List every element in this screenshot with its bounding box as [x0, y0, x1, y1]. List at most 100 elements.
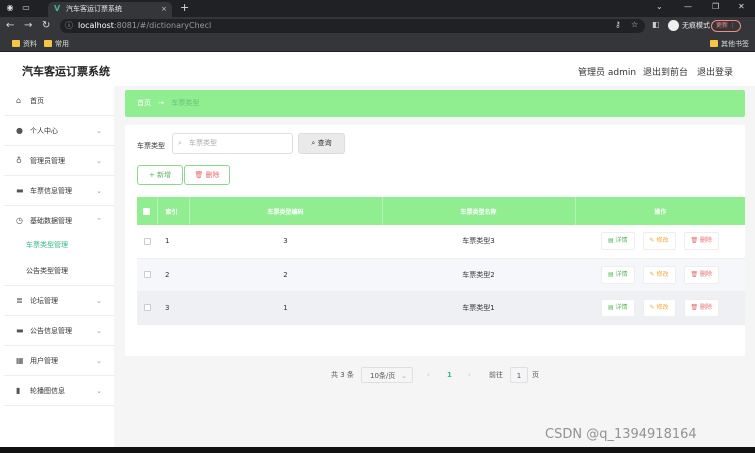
url-field[interactable]: ⓘ localhost:8081/#/dictionaryChecl [60, 19, 645, 33]
query-label: 查询 [317, 139, 332, 147]
window-close-icon[interactable]: ✕ [738, 2, 745, 11]
sidebar-item-home[interactable]: ⌂ 首页 [4, 86, 114, 116]
admin-user-link[interactable]: 管理员 admin [578, 65, 636, 78]
folder-icon [710, 40, 718, 47]
sidebar-item-ticket-info[interactable]: ▬ 车票信息管理 ⌄ [4, 176, 114, 206]
column-header-code: 车票类型编码 [189, 197, 383, 225]
delete-button[interactable]: 🗑︎ 删除 [683, 265, 720, 284]
sidebar-subitem-notice-type[interactable]: 公告类型管理 [4, 258, 114, 286]
chevron-down-icon[interactable]: ⌄ [656, 2, 663, 11]
tab-list-icon[interactable]: ▭ [20, 3, 32, 13]
row-checkbox[interactable] [143, 271, 151, 278]
sidebar-item-label: 基础数据管理 [30, 217, 72, 225]
sidebar-item-label: 管理员管理 [30, 157, 65, 165]
sidebar-item-admin[interactable]: ♁ 管理员管理 ⌄ [4, 146, 114, 176]
row-checkbox[interactable] [143, 304, 151, 311]
bookmark-label: 常用 [55, 40, 69, 48]
select-all-checkbox[interactable] [143, 207, 151, 215]
bookmark-label: 资料 [23, 40, 37, 48]
delete-label: 删除 [205, 171, 220, 179]
detail-button[interactable]: ▤ 详情 [600, 265, 635, 284]
prev-page-icon[interactable]: ‹ [427, 367, 430, 383]
update-label: 更新 [716, 22, 729, 29]
add-label: 新增 [157, 171, 172, 179]
exit-to-frontend-link[interactable]: 退出到前台 [643, 65, 688, 78]
sidebar-item-label: 公告信息管理 [30, 327, 72, 335]
sidebar-item-personal[interactable]: ● 个人中心 ⌄ [4, 116, 114, 146]
key-icon[interactable]: ⚷ [615, 20, 621, 29]
edit-button[interactable]: ✎ 修改 [642, 265, 676, 284]
new-tab-icon[interactable]: + [180, 1, 189, 14]
browser-tabbar: ◉ ▭ V 汽车客运订票系统 × + ⌄ — ❐ ✕ [0, 0, 755, 17]
row-checkbox[interactable] [143, 237, 151, 245]
sidebar-item-label: 轮播图信息 [30, 387, 65, 395]
batch-delete-button[interactable]: 🗑︎ 删除 [184, 165, 230, 185]
add-button[interactable]: + 新增 [137, 165, 183, 185]
star-icon[interactable]: ☆ [631, 20, 638, 29]
sidebar-item-notice[interactable]: ▬ 公告信息管理 ⌄ [4, 316, 114, 346]
chevron-down-icon: ⌄ [96, 157, 102, 165]
cell-actions: ▤ 详情 ✎ 修改 🗑︎ 删除 [575, 225, 745, 259]
restore-icon[interactable]: ❐ [712, 2, 719, 11]
browser-menu-icon[interactable]: ◉ [4, 3, 16, 13]
logout-link[interactable]: 退出登录 [697, 65, 733, 78]
ticket-type-table: 索引 车票类型编码 车票类型名称 操作 1 3 车票类型3 ▤ 详情 ✎ 修改 🗑︎… [137, 197, 745, 325]
goto-page-input[interactable]: 1 [510, 367, 528, 383]
cell-index: 3 [157, 291, 189, 325]
trash-icon: 🗑︎ [690, 303, 701, 311]
list-icon: ≣ [16, 296, 23, 305]
other-bookmarks[interactable]: 其他书签 [710, 39, 749, 49]
page-size-select[interactable]: 10条/页 ⌄ [361, 367, 413, 383]
breadcrumb-home[interactable]: 首页 [137, 99, 151, 107]
sidebar-item-label: 用户管理 [30, 357, 58, 365]
ticket-type-search-input[interactable]: ⌕ 车票类型 [172, 133, 293, 154]
cell-index: 2 [157, 258, 189, 292]
monitor-icon: ▬ [16, 186, 24, 195]
cell-actions: ▤ 详情 ✎ 修改 🗑︎ 删除 [575, 258, 745, 292]
delete-button[interactable]: 🗑︎ 删除 [683, 298, 720, 317]
delete-label: 删除 [700, 270, 713, 278]
sidebar-item-users[interactable]: ▦ 用户管理 ⌄ [4, 346, 114, 376]
url-path: :8081/#/dictionaryChecl [113, 21, 212, 30]
cell-name: 车票类型1 [382, 291, 575, 325]
edit-label: 修改 [656, 303, 669, 311]
page-number-current[interactable]: 1 [447, 367, 452, 383]
next-page-icon[interactable]: › [468, 367, 471, 383]
page-suffix: 页 [532, 371, 539, 379]
edit-button[interactable]: ✎ 修改 [642, 298, 676, 317]
query-button[interactable]: ⌕ 查询 [298, 133, 345, 154]
bookmark-folder-2[interactable]: 常用 [44, 39, 69, 49]
taskbar [0, 447, 755, 453]
forward-icon[interactable]: → [24, 20, 32, 31]
update-button[interactable]: 更新 ⋮ [711, 20, 741, 32]
pagination: 共 3 条 10条/页 ⌄ ‹ 1 › 前往 1 页 [125, 367, 745, 383]
row-checkbox-cell[interactable] [137, 258, 157, 292]
incognito-indicator[interactable]: 无痕模式 [668, 20, 710, 31]
reload-icon[interactable]: ↻ [42, 20, 50, 31]
detail-button[interactable]: ▤ 详情 [600, 232, 635, 251]
cell-actions: ▤ 详情 ✎ 修改 🗑︎ 删除 [575, 291, 745, 325]
back-icon[interactable]: ← [6, 20, 14, 31]
site-info-icon[interactable]: ⓘ [65, 19, 73, 33]
edit-button[interactable]: ✎ 修改 [642, 232, 676, 251]
row-checkbox-cell[interactable] [137, 291, 157, 325]
bookmark-folder-1[interactable]: 资料 [12, 39, 37, 49]
minimize-icon[interactable]: — [684, 2, 692, 11]
sidebar: ⌂ 首页 ● 个人中心 ⌄ ♁ 管理员管理 ⌄ ▬ 车票信息管理 ⌄ ◷ 基础数据管理 ⌃ 车票类… [4, 86, 114, 447]
breadcrumb-current: 车票类型 [171, 99, 200, 107]
delete-button[interactable]: 🗑︎ 删除 [683, 232, 720, 251]
tab-close-icon[interactable]: × [161, 2, 167, 16]
detail-button[interactable]: ▤ 详情 [600, 298, 635, 317]
select-all-checkbox-cell[interactable] [137, 197, 158, 225]
sidebar-subitem-ticket-type[interactable]: 车票类型管理 [4, 232, 114, 258]
delete-label: 删除 [700, 237, 713, 245]
sidepanel-icon[interactable]: ◧ [652, 20, 660, 29]
row-checkbox-cell[interactable] [137, 225, 157, 259]
sidebar-item-carousel[interactable]: ▮ 轮播图信息 ⌄ [4, 376, 114, 406]
sidebar-item-forum[interactable]: ≣ 论坛管理 ⌄ [4, 286, 114, 316]
breadcrumb-arrow-icon: → [158, 99, 165, 107]
detail-label: 详情 [615, 270, 628, 278]
breadcrumb: 首页 → 车票类型 [125, 90, 745, 117]
browser-tab[interactable]: V 汽车客运订票系统 × [48, 2, 172, 17]
cell-name: 车票类型3 [382, 225, 575, 259]
